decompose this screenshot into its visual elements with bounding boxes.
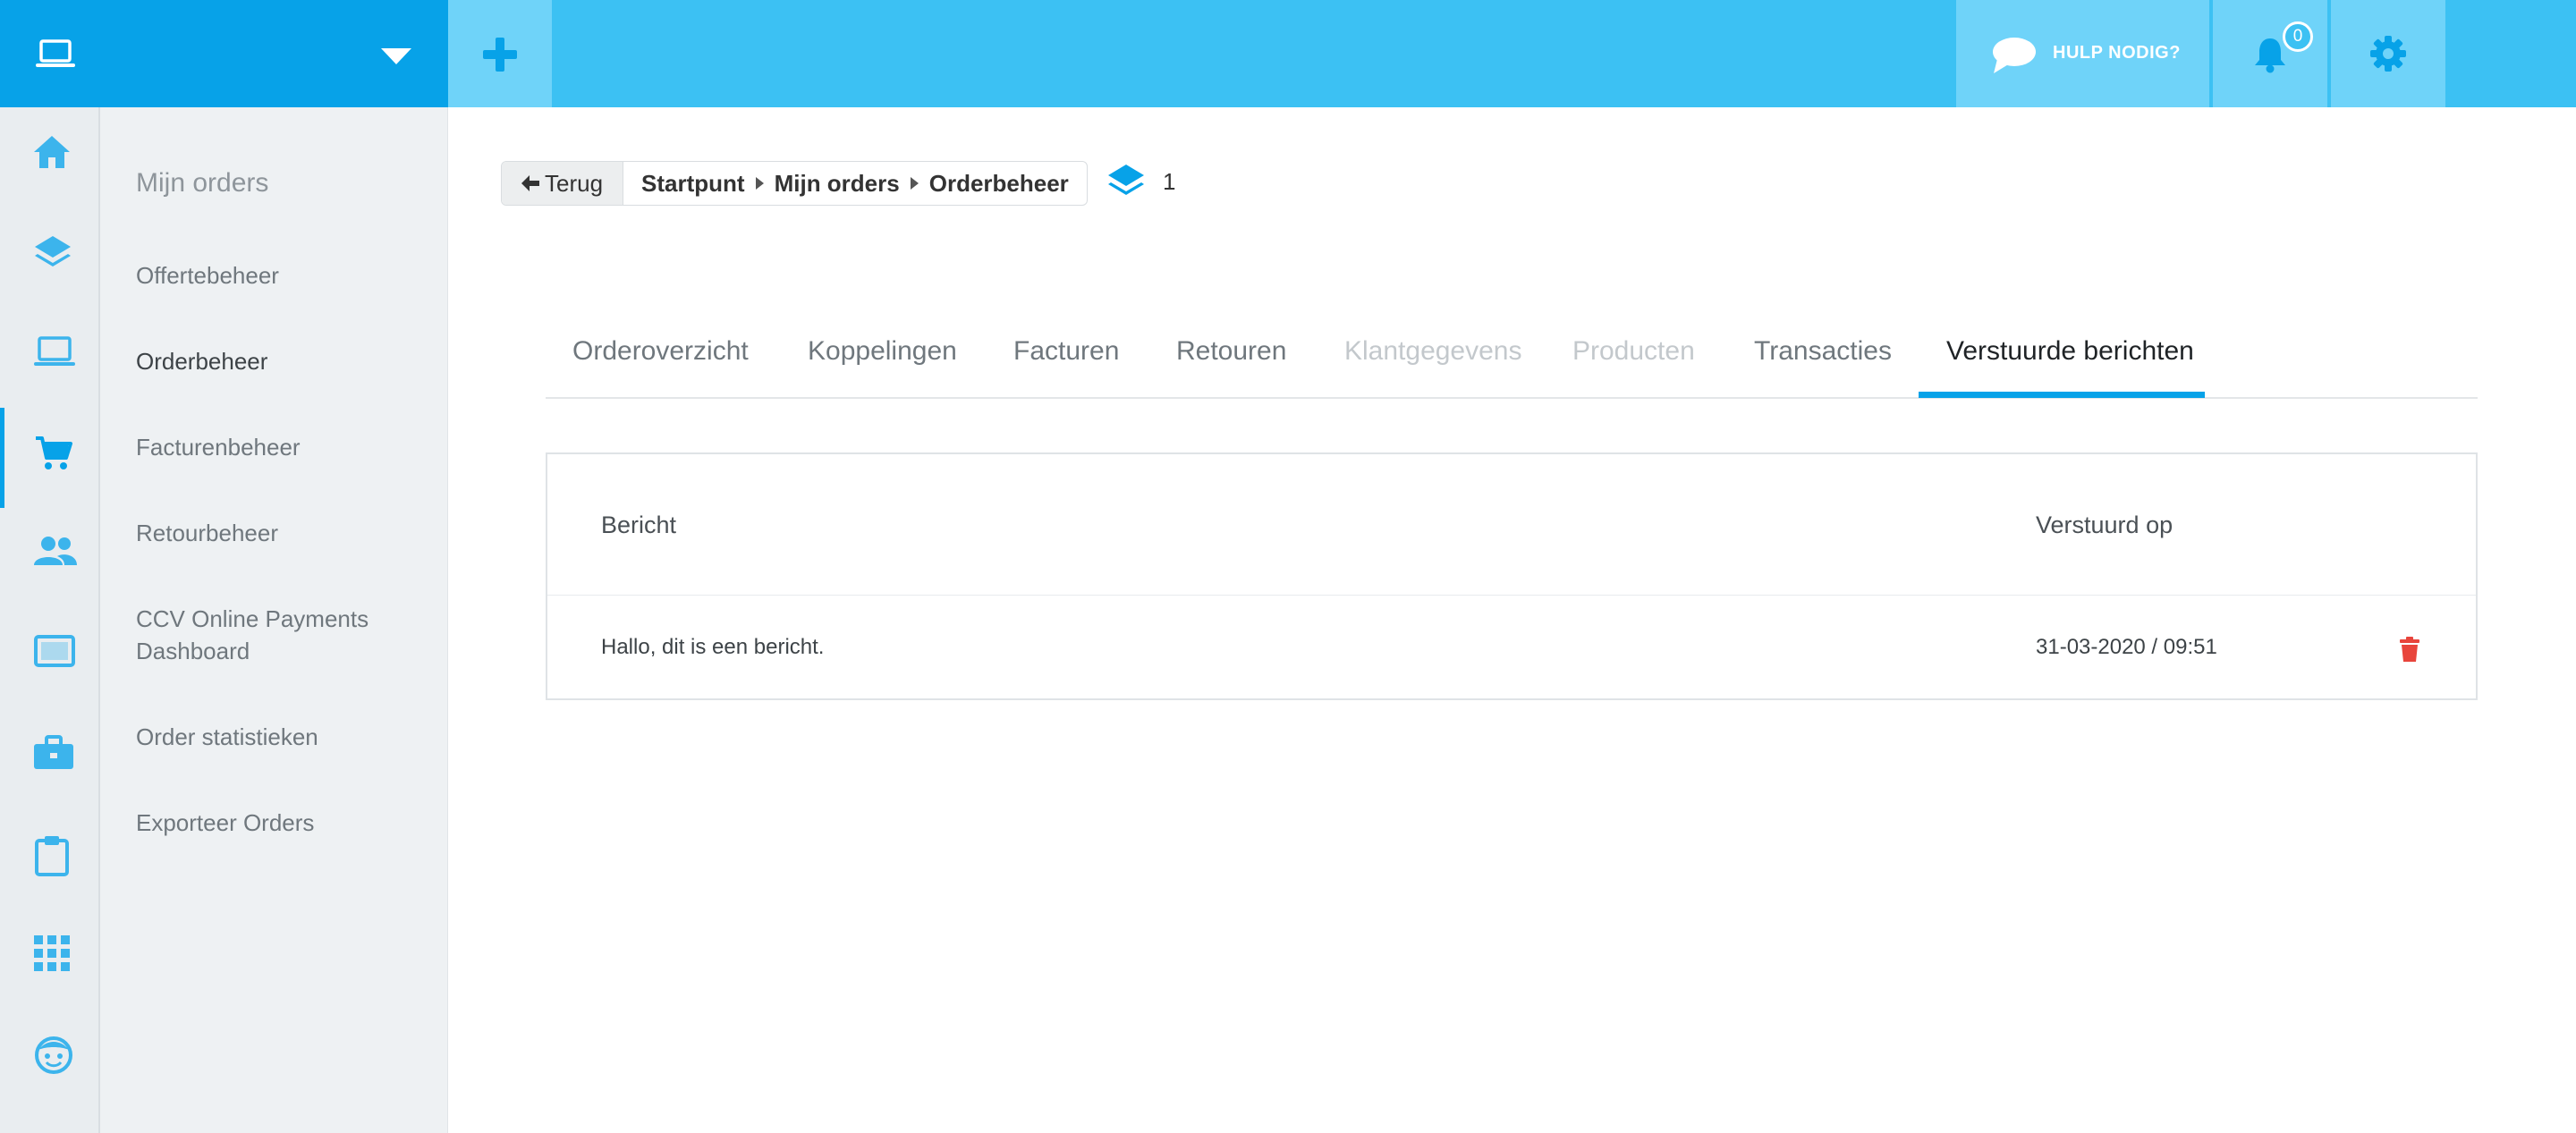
back-label: Terug [545, 169, 604, 197]
active-tab-indicator [1919, 392, 2205, 398]
layers-icon[interactable] [1107, 163, 1145, 200]
submenu-title: Mijn orders [136, 168, 269, 198]
laptop-icon [34, 336, 75, 366]
breadcrumb-item-startpunt[interactable]: Startpunt [641, 170, 745, 198]
rail-item-devices[interactable] [0, 308, 98, 397]
breadcrumb: Terug Startpunt Mijn orders Orderbeheer [501, 161, 1088, 206]
orders-submenu: Mijn orders Offertebeheer Orderbeheer Fa… [100, 107, 448, 1133]
breadcrumb-item-mijn-orders[interactable]: Mijn orders [775, 170, 900, 198]
help-label: HULP NODIG? [2053, 43, 2181, 63]
submenu-item-exporteer-orders[interactable]: Exporteer Orders [136, 807, 422, 839]
messages-table: Bericht Verstuurd op Hallo, dit is een b… [546, 452, 2478, 700]
add-button[interactable] [448, 0, 552, 107]
tab-verstuurde-berichten[interactable]: Verstuurde berichten [1946, 336, 2194, 367]
laptop-icon [36, 39, 75, 67]
home-icon [34, 136, 70, 168]
submenu-item-orderbeheer[interactable]: Orderbeheer [136, 345, 422, 377]
submenu-item-facturenbeheer[interactable]: Facturenbeheer [136, 431, 422, 463]
tab-producten: Producten [1572, 336, 1695, 366]
trash-icon[interactable] [2400, 637, 2419, 662]
back-button[interactable]: Terug [502, 162, 624, 205]
tab-klantgegevens: Klantgegevens [1344, 336, 1522, 366]
help-button[interactable]: HULP NODIG? [1956, 0, 2209, 107]
layers-icon [35, 236, 71, 266]
layers-count: 1 [1163, 168, 1176, 195]
notifications-button[interactable]: 0 [2213, 0, 2327, 107]
submenu-item-ccv-dashboard[interactable]: CCV Online Payments Dashboard [136, 603, 422, 667]
rail-item-orders[interactable] [0, 408, 98, 508]
rail-item-customers[interactable] [0, 508, 98, 597]
tab-koppelingen[interactable]: Koppelingen [808, 336, 957, 367]
arrow-left-icon [521, 175, 539, 191]
tab-transacties[interactable]: Transacties [1754, 336, 1892, 367]
rail-item-business[interactable] [0, 708, 98, 798]
chat-bubble-icon [1993, 38, 2036, 73]
icon-rail [0, 107, 100, 1133]
store-switcher[interactable] [0, 0, 448, 107]
users-icon [34, 537, 77, 565]
breadcrumb-item-orderbeheer: Orderbeheer [928, 169, 1069, 197]
column-header-verstuurd-op: Verstuurd op [2036, 512, 2174, 538]
rail-item-account[interactable] [0, 1009, 98, 1098]
rail-item-reports[interactable] [0, 808, 98, 898]
caret-right-icon [755, 177, 764, 190]
caret-right-icon [910, 177, 919, 190]
gear-icon [2370, 36, 2406, 72]
chevron-down-icon[interactable] [381, 48, 411, 64]
rail-item-apps[interactable] [0, 909, 98, 998]
cart-icon [36, 436, 72, 469]
rail-item-catalog[interactable] [0, 207, 98, 297]
cell-message: Hallo, dit is een bericht. [601, 635, 825, 659]
apps-grid-icon [34, 935, 70, 971]
submenu-item-retourbeheer[interactable]: Retourbeheer [136, 517, 422, 549]
submenu-item-order-statistieken[interactable]: Order statistieken [136, 721, 422, 753]
clipboard-icon [35, 836, 69, 876]
smiley-icon [35, 1036, 72, 1074]
tab-retouren[interactable]: Retouren [1176, 336, 1286, 367]
order-tabs: Orderoverzicht Koppelingen Facturen Reto… [546, 318, 2478, 399]
submenu-item-offertebeheer[interactable]: Offertebeheer [136, 259, 422, 292]
tab-orderoverzicht[interactable]: Orderoverzicht [572, 336, 749, 367]
column-header-bericht: Bericht [601, 512, 677, 538]
rail-item-design[interactable] [0, 608, 98, 698]
breadcrumb-trail: Startpunt Mijn orders Orderbeheer [623, 162, 1087, 205]
tab-facturen[interactable]: Facturen [1013, 336, 1119, 367]
table-header [547, 454, 2476, 596]
briefcase-icon [34, 735, 73, 769]
tablet-icon [34, 635, 75, 667]
top-bar: HULP NODIG? 0 [0, 0, 2576, 107]
notification-badge: 0 [2283, 21, 2313, 52]
rail-item-home[interactable] [0, 107, 98, 197]
plus-icon [483, 38, 517, 72]
cell-sent-on: 31-03-2020 / 09:51 [2036, 635, 2217, 659]
settings-button[interactable] [2331, 0, 2445, 107]
